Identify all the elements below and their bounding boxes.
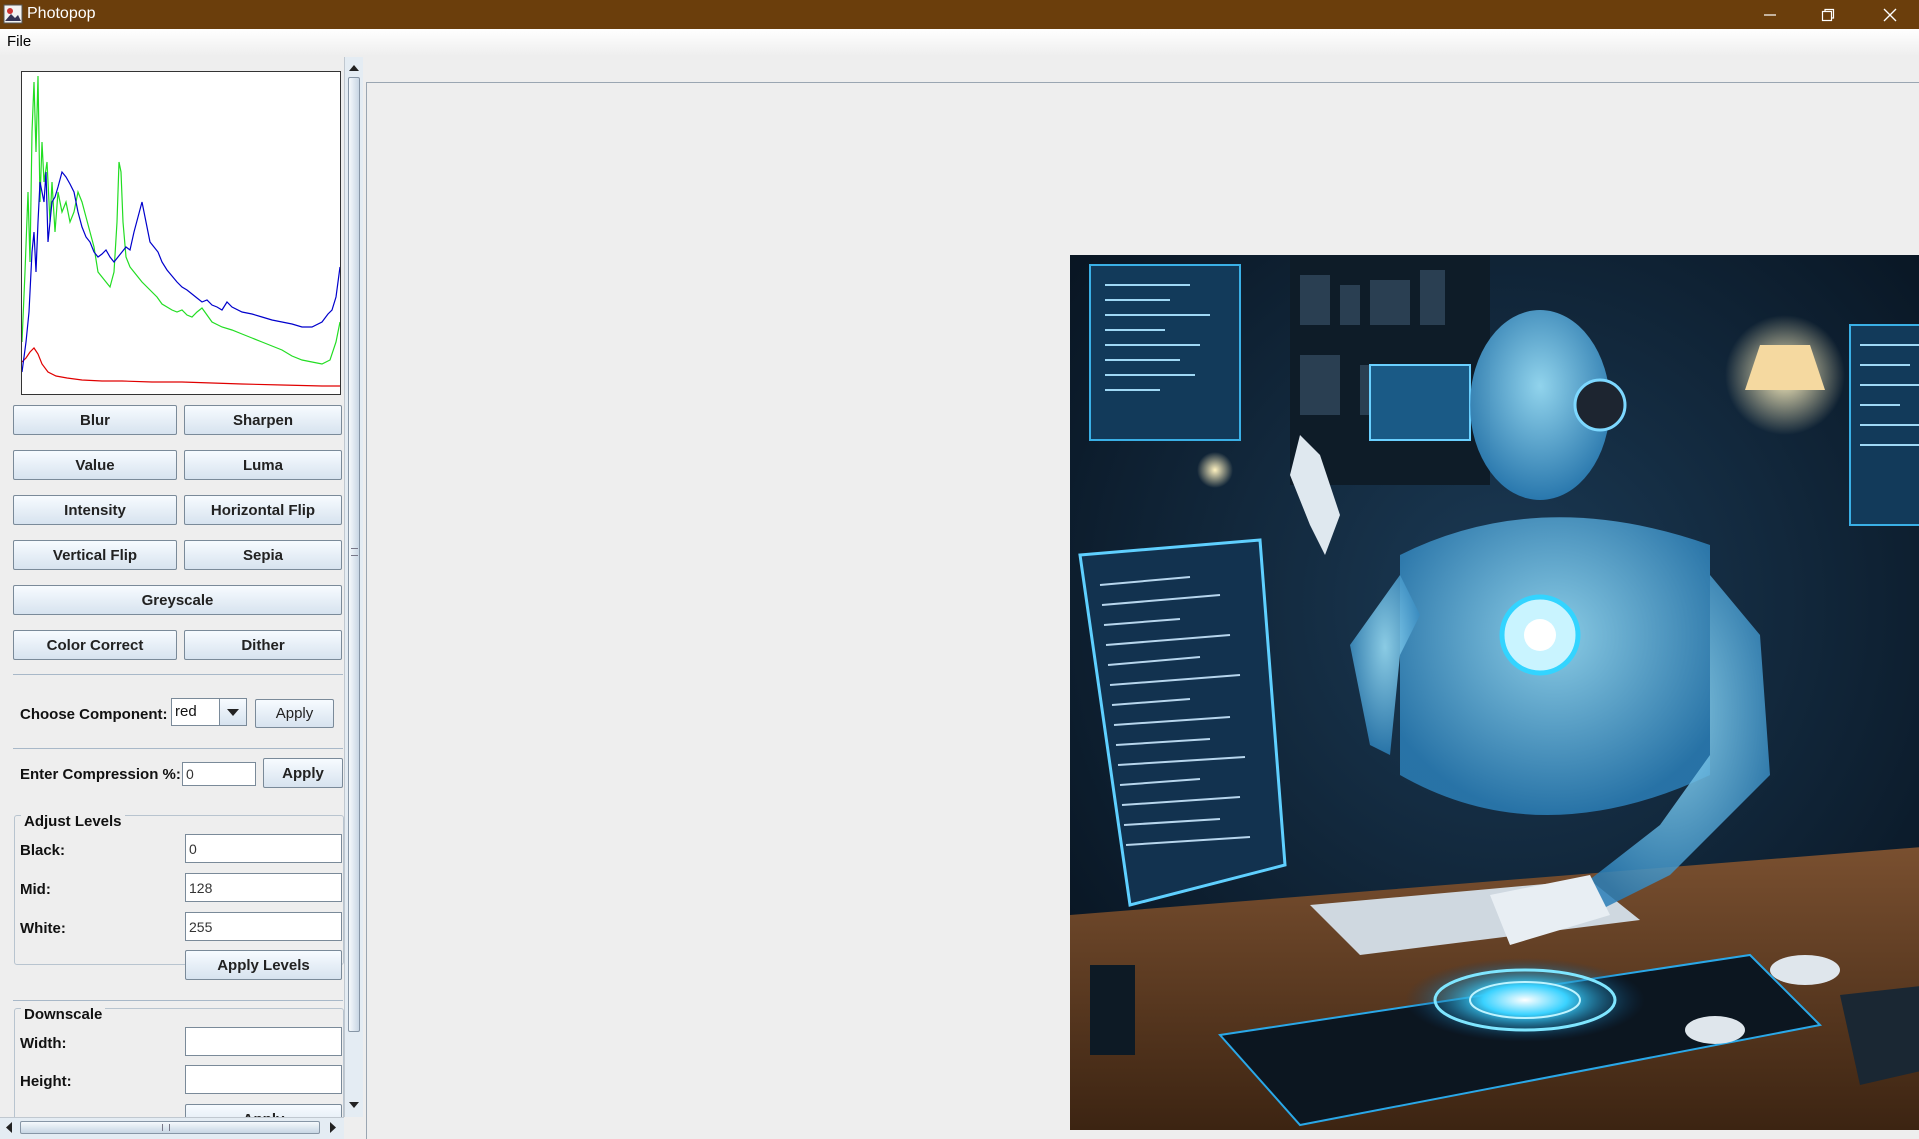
width-input[interactable]: [185, 1027, 342, 1056]
title-bar: Photopop: [0, 0, 1919, 29]
width-label: Width:: [20, 1035, 67, 1052]
scroll-down-icon[interactable]: [345, 1096, 363, 1114]
height-input[interactable]: [185, 1065, 342, 1094]
luma-button[interactable]: Luma: [184, 450, 342, 480]
apply-levels-button[interactable]: Apply Levels: [185, 950, 342, 980]
restore-icon: [1821, 8, 1835, 21]
height-label: Height:: [20, 1073, 72, 1090]
chevron-down-icon: [227, 709, 239, 716]
intensity-button[interactable]: Intensity: [13, 495, 177, 525]
horizontal-flip-button[interactable]: Horizontal Flip: [184, 495, 342, 525]
horizontal-scroll-thumb[interactable]: [20, 1121, 320, 1134]
scroll-left-icon[interactable]: [0, 1118, 18, 1138]
horizontal-scrollbar[interactable]: [0, 1117, 344, 1139]
scroll-right-icon[interactable]: [324, 1118, 342, 1138]
black-input[interactable]: [185, 834, 342, 863]
minimize-button[interactable]: [1741, 0, 1799, 29]
blur-button[interactable]: Blur: [13, 405, 177, 435]
scroll-up-icon[interactable]: [345, 59, 363, 77]
color-correct-button[interactable]: Color Correct: [13, 630, 177, 660]
white-input[interactable]: [185, 912, 342, 941]
component-apply-button[interactable]: Apply: [255, 699, 334, 728]
compression-label: Enter Compression %:: [20, 766, 181, 783]
image-canvas: [366, 82, 1919, 1139]
component-select-value: red: [175, 703, 197, 720]
value-button[interactable]: Value: [13, 450, 177, 480]
histogram-red-line: [22, 347, 340, 387]
edited-image: [1070, 255, 1919, 1130]
mid-label: Mid:: [20, 881, 51, 898]
compression-input[interactable]: [182, 762, 256, 786]
adjust-levels-title: Adjust Levels: [21, 813, 125, 830]
mid-input[interactable]: [185, 873, 342, 902]
vertical-flip-button[interactable]: Vertical Flip: [13, 540, 177, 570]
separator: [13, 1000, 343, 1001]
menu-bar: File: [0, 29, 1919, 56]
close-icon: [1883, 8, 1897, 21]
scroll-grip: [162, 1124, 170, 1131]
vertical-scrollbar[interactable]: [344, 57, 363, 1117]
black-label: Black:: [20, 842, 66, 859]
white-label: White:: [20, 920, 66, 937]
window-title: Photopop: [27, 5, 96, 22]
greyscale-button[interactable]: Greyscale: [13, 585, 342, 615]
choose-component-label: Choose Component:: [20, 706, 168, 723]
component-select[interactable]: red: [171, 698, 247, 726]
component-select-arrow[interactable]: [219, 699, 246, 725]
vertical-scroll-thumb[interactable]: [348, 77, 360, 1032]
separator: [13, 748, 343, 749]
close-button[interactable]: [1861, 0, 1919, 29]
histogram-green-line: [22, 75, 340, 365]
dither-button[interactable]: Dither: [184, 630, 342, 660]
separator: [13, 674, 343, 675]
app-icon: [3, 4, 23, 24]
menu-file[interactable]: File: [7, 33, 31, 50]
compression-apply-button[interactable]: Apply: [263, 758, 343, 788]
minimize-icon: [1764, 13, 1776, 16]
control-panel: Blur Sharpen Value Luma Intensity Horizo…: [0, 57, 366, 1138]
downscale-title: Downscale: [21, 1006, 106, 1023]
scroll-grip: [351, 548, 358, 556]
histogram-blue-line: [22, 170, 340, 373]
sepia-button[interactable]: Sepia: [184, 540, 342, 570]
restore-button[interactable]: [1799, 0, 1857, 29]
sharpen-button[interactable]: Sharpen: [184, 405, 342, 435]
histogram: [21, 71, 341, 395]
